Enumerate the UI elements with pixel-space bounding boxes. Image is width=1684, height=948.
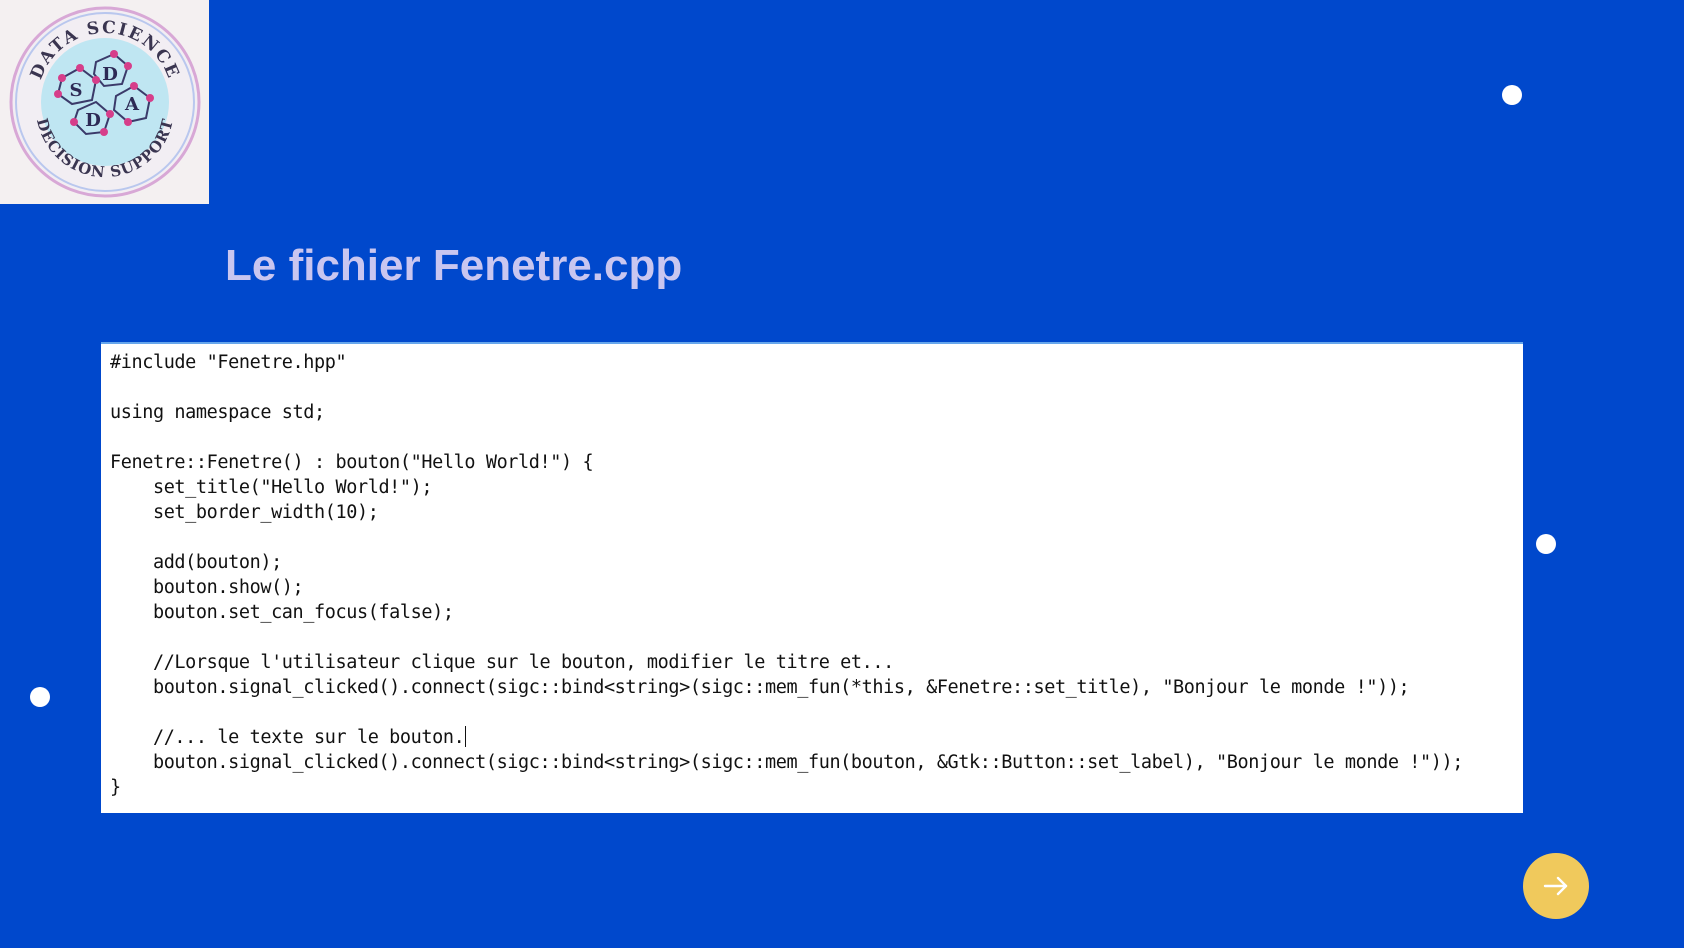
code-line: bouton.signal_clicked().connect(sigc::bi… — [110, 677, 1410, 698]
code-line: set_title("Hello World!"); — [110, 477, 433, 498]
decorative-dot — [30, 687, 50, 707]
next-slide-button[interactable] — [1523, 853, 1589, 919]
code-line: using namespace std; — [110, 402, 325, 423]
logo-letter-a: A — [124, 94, 140, 115]
code-line: Fenetre::Fenetre() : bouton("Hello World… — [110, 452, 594, 473]
code-line: #include "Fenetre.hpp" — [110, 352, 347, 373]
arrow-right-icon — [1543, 876, 1568, 896]
slide-title: Le fichier Fenetre.cpp — [225, 241, 683, 290]
logo-letter-d-top: D — [102, 64, 118, 85]
logo-letter-s: S — [70, 80, 83, 101]
code-block: #include "Fenetre.hpp" using namespace st… — [110, 350, 1463, 800]
data-science-logo-icon: DATA SCIENCE DECISION SUPPORT S D D A — [9, 6, 201, 198]
logo-letter-d-bottom: D — [85, 110, 101, 131]
logo: DATA SCIENCE DECISION SUPPORT S D D A — [0, 0, 209, 204]
code-line: bouton.signal_clicked().connect(sigc::bi… — [110, 752, 1463, 773]
decorative-dot — [1536, 534, 1556, 554]
decorative-dot — [1502, 85, 1522, 105]
code-screenshot: #include "Fenetre.hpp" using namespace st… — [101, 342, 1523, 813]
code-line: set_border_width(10); — [110, 502, 379, 523]
code-line: //... le texte sur le bouton. — [110, 726, 467, 748]
code-line: } — [110, 777, 121, 798]
code-line: bouton.show(); — [110, 577, 304, 598]
code-line: add(bouton); — [110, 552, 282, 573]
code-line: //Lorsque l'utilisateur clique sur le bo… — [110, 652, 894, 673]
code-line: bouton.set_can_focus(false); — [110, 602, 454, 623]
text-caret — [465, 726, 467, 747]
